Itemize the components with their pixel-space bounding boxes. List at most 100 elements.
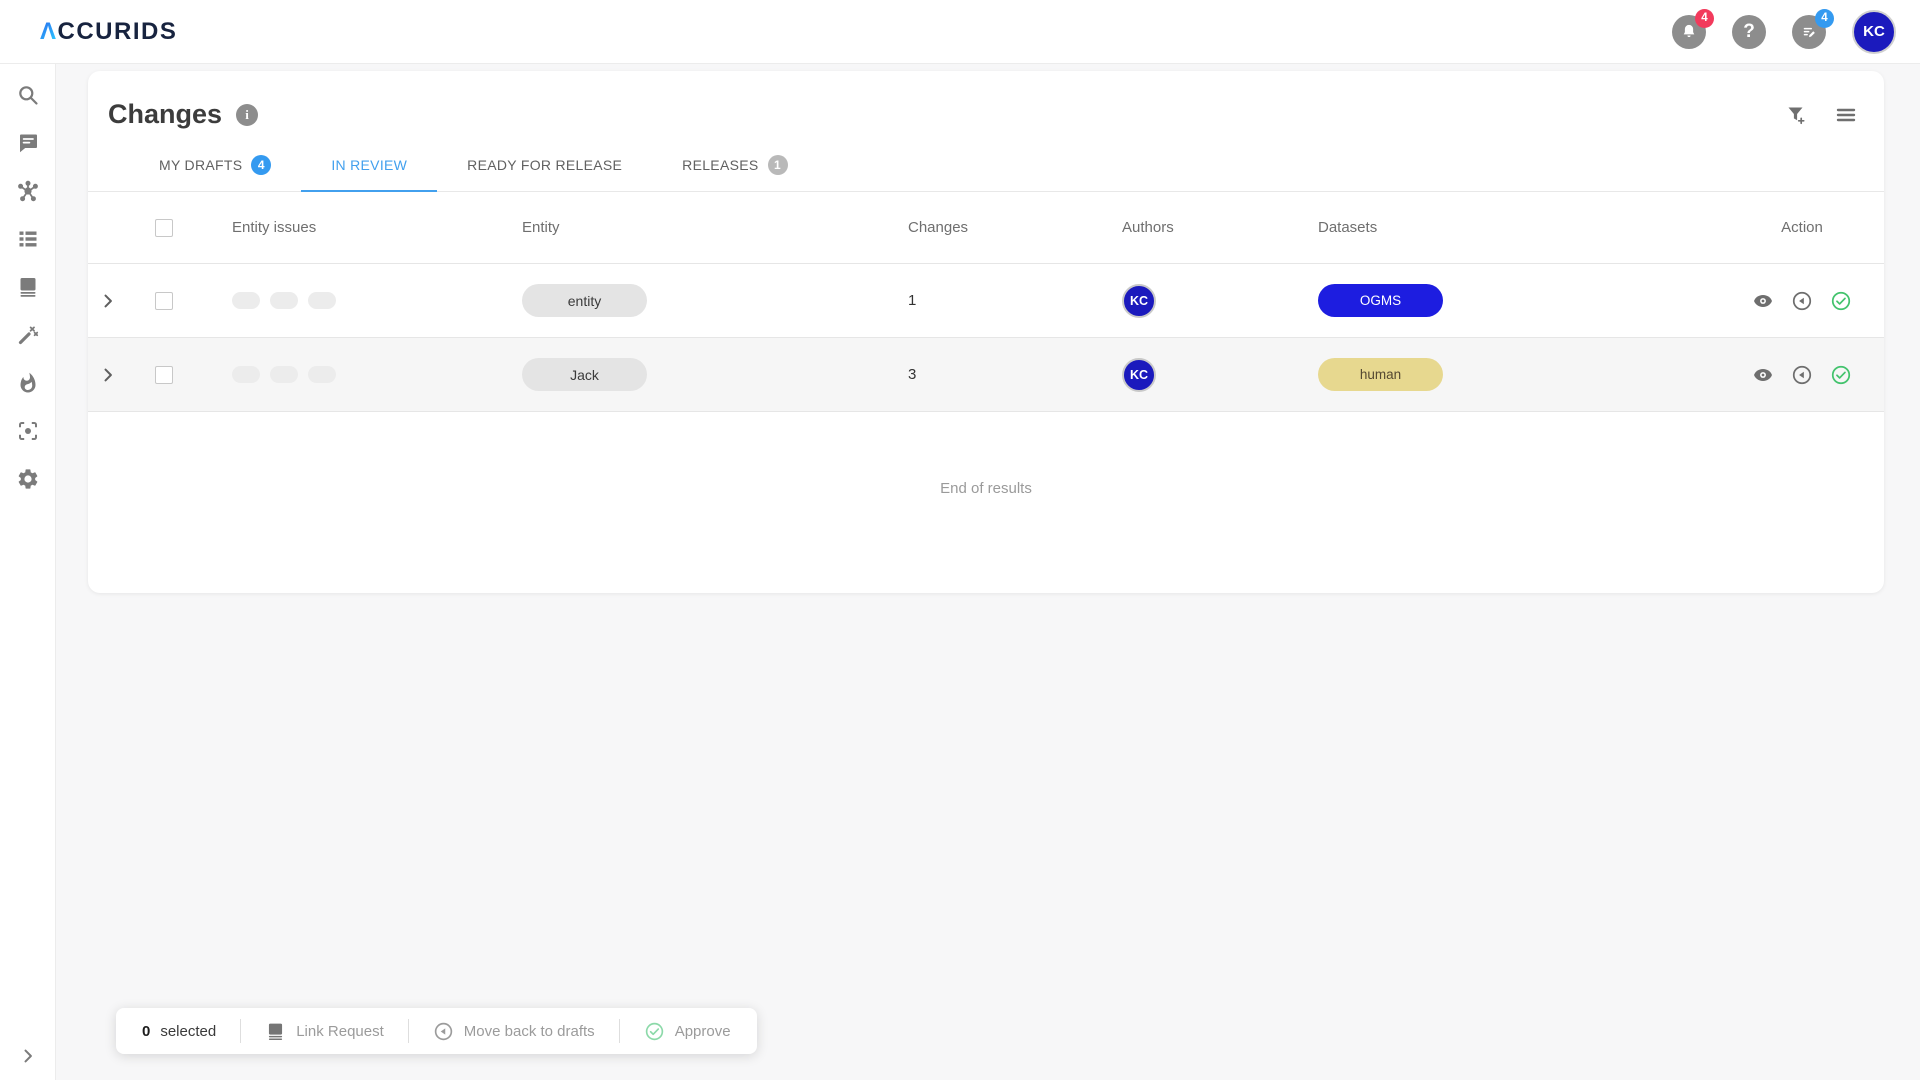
column-header-action: Action <box>1720 219 1884 236</box>
entity-issues-placeholders <box>232 366 336 383</box>
issue-placeholder-pill <box>308 366 336 383</box>
tab-label: IN REVIEW <box>331 157 407 173</box>
filter-plus-icon <box>1784 103 1808 127</box>
approve-row-button[interactable] <box>1830 364 1852 386</box>
hamburger-menu-icon <box>1834 103 1858 127</box>
selection-action-bar: 0 selected Link Request Move back to dra… <box>116 1008 757 1054</box>
selected-count: 0 <box>142 1023 150 1040</box>
circle-back-arrow-icon <box>433 1021 454 1042</box>
tab-my-drafts-badge: 4 <box>251 155 271 175</box>
notifications-button[interactable]: 4 <box>1672 15 1706 49</box>
info-icon[interactable]: i <box>236 104 258 126</box>
changes-card: Changes i MY DRAFTS 4 IN REVIEW READY <box>88 71 1884 593</box>
flame-icon[interactable] <box>16 371 40 395</box>
list-icon[interactable] <box>16 227 40 251</box>
topbar-actions: 4 ? 4 KC <box>1672 10 1896 54</box>
preview-button[interactable] <box>1752 290 1774 312</box>
tab-label: READY FOR RELEASE <box>467 157 622 173</box>
circle-back-arrow-icon <box>1791 364 1813 386</box>
dataset-pill[interactable]: OGMS <box>1318 284 1443 317</box>
entity-pill[interactable]: Jack <box>522 358 647 391</box>
sidebar-expand-chevron-icon[interactable] <box>18 1046 38 1066</box>
table-row: Jack 3 KC human <box>88 338 1884 412</box>
page-title: Changes <box>108 99 222 130</box>
accurids-logo[interactable]: ΛCCURIDS <box>40 18 177 46</box>
issue-placeholder-pill <box>308 292 336 309</box>
sidebar <box>0 64 56 1080</box>
topbar: ΛCCURIDS 4 ? 4 KC <box>0 0 1920 64</box>
issue-placeholder-pill <box>270 366 298 383</box>
bell-icon <box>1680 23 1698 41</box>
approve-button[interactable]: Approve <box>644 1021 731 1042</box>
move-back-button[interactable] <box>1791 364 1813 386</box>
row-checkbox[interactable] <box>155 366 173 384</box>
table-menu-button[interactable] <box>1834 103 1858 127</box>
question-mark-icon: ? <box>1743 21 1755 43</box>
book-icon <box>265 1021 286 1042</box>
change-requests-button[interactable]: 4 <box>1792 15 1826 49</box>
changes-count: 1 <box>890 292 1100 309</box>
changes-count: 3 <box>890 366 1100 383</box>
tab-my-drafts[interactable]: MY DRAFTS 4 <box>129 140 301 192</box>
table-row: entity 1 KC OGMS <box>88 264 1884 338</box>
move-back-label: Move back to drafts <box>464 1023 595 1040</box>
dataset-pill[interactable]: human <box>1318 358 1443 391</box>
entity-issues-placeholders <box>232 292 336 309</box>
add-filter-button[interactable] <box>1784 103 1808 127</box>
selected-label: selected <box>160 1023 216 1040</box>
logo-accent-glyph: Λ <box>40 18 58 46</box>
author-avatar[interactable]: KC <box>1122 284 1156 318</box>
tab-in-review[interactable]: IN REVIEW <box>301 140 437 192</box>
column-header-authors: Authors <box>1100 219 1300 236</box>
tab-label: MY DRAFTS <box>159 157 242 173</box>
eye-icon <box>1752 290 1774 312</box>
preview-button[interactable] <box>1752 364 1774 386</box>
column-header-entity: Entity <box>510 219 890 236</box>
issue-placeholder-pill <box>270 292 298 309</box>
link-request-label: Link Request <box>296 1023 384 1040</box>
check-circle-icon <box>1830 290 1852 312</box>
table-header-row: Entity issues Entity Changes Authors Dat… <box>88 192 1884 264</box>
column-header-datasets: Datasets <box>1300 219 1720 236</box>
entity-pill[interactable]: entity <box>522 284 647 317</box>
move-back-to-drafts-button[interactable]: Move back to drafts <box>433 1021 595 1042</box>
divider <box>408 1019 409 1043</box>
check-circle-icon <box>644 1021 665 1042</box>
settings-icon[interactable] <box>16 467 40 491</box>
column-header-entity-issues: Entity issues <box>200 219 510 236</box>
edit-list-icon <box>1800 23 1818 41</box>
card-header: Changes i <box>88 71 1884 130</box>
divider <box>619 1019 620 1043</box>
author-avatar[interactable]: KC <box>1122 358 1156 392</box>
focus-icon[interactable] <box>16 419 40 443</box>
comments-icon[interactable] <box>16 131 40 155</box>
help-button[interactable]: ? <box>1732 15 1766 49</box>
row-checkbox[interactable] <box>155 292 173 310</box>
expand-row-chevron-icon[interactable] <box>98 365 118 385</box>
issue-placeholder-pill <box>232 292 260 309</box>
tab-ready-for-release[interactable]: READY FOR RELEASE <box>437 140 652 192</box>
move-back-button[interactable] <box>1791 290 1813 312</box>
search-icon[interactable] <box>16 83 40 107</box>
notifications-badge: 4 <box>1695 9 1714 28</box>
link-request-button[interactable]: Link Request <box>265 1021 384 1042</box>
tab-label: RELEASES <box>682 157 758 173</box>
select-all-checkbox[interactable] <box>155 219 173 237</box>
end-of-results-text: End of results <box>88 412 1884 497</box>
requests-badge: 4 <box>1815 9 1834 28</box>
expand-row-chevron-icon[interactable] <box>98 291 118 311</box>
selected-counter: 0 selected <box>142 1023 216 1040</box>
tab-releases[interactable]: RELEASES 1 <box>652 140 817 192</box>
issue-placeholder-pill <box>232 366 260 383</box>
divider <box>240 1019 241 1043</box>
logo-text: CCURIDS <box>58 18 178 46</box>
circle-back-arrow-icon <box>1791 290 1813 312</box>
graph-icon[interactable] <box>16 179 40 203</box>
tab-releases-badge: 1 <box>768 155 788 175</box>
wand-icon[interactable] <box>16 323 40 347</box>
tab-bar: MY DRAFTS 4 IN REVIEW READY FOR RELEASE … <box>88 140 1884 192</box>
approve-row-button[interactable] <box>1830 290 1852 312</box>
user-avatar[interactable]: KC <box>1852 10 1896 54</box>
approve-label: Approve <box>675 1023 731 1040</box>
datasets-icon[interactable] <box>16 275 40 299</box>
